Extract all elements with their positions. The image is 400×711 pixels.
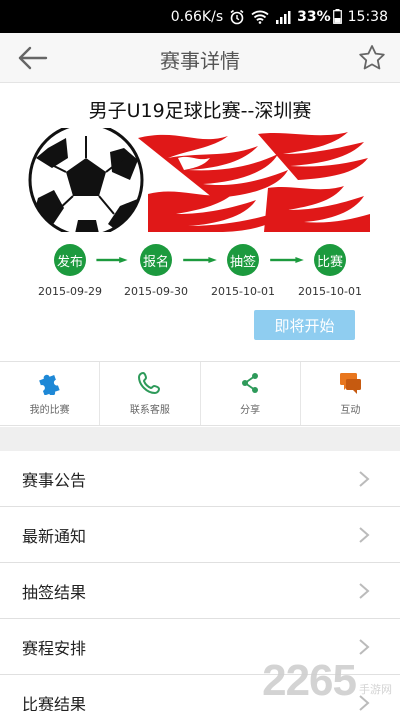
menu-item-label: 赛事公告 [22, 470, 87, 490]
status-button[interactable]: 即将开始 [254, 310, 355, 340]
timeline-step-publish: 发布 2015-09-29 [25, 244, 115, 298]
contact-service-button[interactable]: 联系客服 [100, 362, 201, 425]
clock-time: 15:38 [347, 8, 388, 25]
chevron-right-icon [359, 527, 370, 543]
menu-item-label: 最新通知 [22, 526, 87, 546]
menu-item-label: 赛程安排 [22, 638, 87, 658]
timeline-step-label: 报名 [140, 244, 172, 276]
match-banner-image [28, 122, 372, 238]
network-speed: 0.66K/s [170, 8, 224, 25]
timeline-step-label: 比赛 [314, 244, 346, 276]
action-label: 分享 [240, 405, 261, 416]
my-matches-button[interactable]: 我的比赛 [0, 362, 101, 425]
chevron-right-icon [359, 639, 370, 655]
action-bar: 我的比赛 联系客服 分享 互动 [0, 361, 400, 426]
chat-icon [340, 373, 362, 394]
soccer-ball-icon [28, 122, 144, 238]
timeline-step-date: 2015-10-01 [298, 285, 362, 298]
star-icon[interactable] [356, 42, 388, 74]
timeline-step-date: 2015-10-01 [211, 285, 275, 298]
timeline-step-date: 2015-09-30 [124, 285, 188, 298]
timeline-step-draw: 抽签 2015-10-01 [198, 244, 288, 298]
site-watermark-logo: 2265 手游网 [262, 659, 392, 703]
flame-decoration [138, 132, 370, 232]
nav-bar: 赛事详情 [0, 33, 400, 83]
signal-icon [275, 10, 291, 24]
action-label: 我的比赛 [29, 405, 70, 416]
battery-percent: 33% [297, 8, 331, 25]
watermark-number: 2265 [262, 656, 357, 705]
phone-icon [137, 371, 160, 395]
share-button[interactable]: 分享 [201, 362, 301, 425]
puzzle-icon [38, 374, 60, 395]
chevron-right-icon [359, 471, 370, 487]
menu-item-draw-result[interactable]: 抽签结果 [0, 563, 400, 619]
page-title: 赛事详情 [160, 49, 240, 73]
menu-item-latest-notice[interactable]: 最新通知 [0, 507, 400, 563]
watermark-suffix: 手游网 [359, 683, 392, 696]
timeline-step-label: 抽签 [227, 244, 259, 276]
battery-icon [332, 9, 342, 24]
action-label: 互动 [340, 405, 361, 416]
timeline-step-date: 2015-09-29 [38, 285, 102, 298]
menu-item-announcement[interactable]: 赛事公告 [0, 451, 400, 507]
menu-item-label: 比赛结果 [22, 694, 87, 711]
chevron-right-icon [359, 583, 370, 599]
interaction-button[interactable]: 互动 [301, 362, 400, 425]
menu-item-label: 抽签结果 [22, 582, 87, 602]
event-timeline: 发布 2015-09-29 报名 2015-09-30 抽签 2015-10-0… [0, 244, 400, 304]
match-title: 男子U19足球比赛--深圳赛 [88, 100, 312, 122]
status-bar: 0.66K/s 33% 15:38 [0, 0, 400, 33]
alarm-icon [229, 9, 245, 25]
share-icon [242, 373, 259, 393]
timeline-step-match: 比赛 2015-10-01 [285, 244, 375, 298]
wifi-icon [251, 10, 269, 24]
timeline-step-label: 发布 [54, 244, 86, 276]
action-label: 联系客服 [129, 405, 170, 416]
timeline-step-signup: 报名 2015-09-30 [111, 244, 201, 298]
section-divider [0, 427, 400, 451]
